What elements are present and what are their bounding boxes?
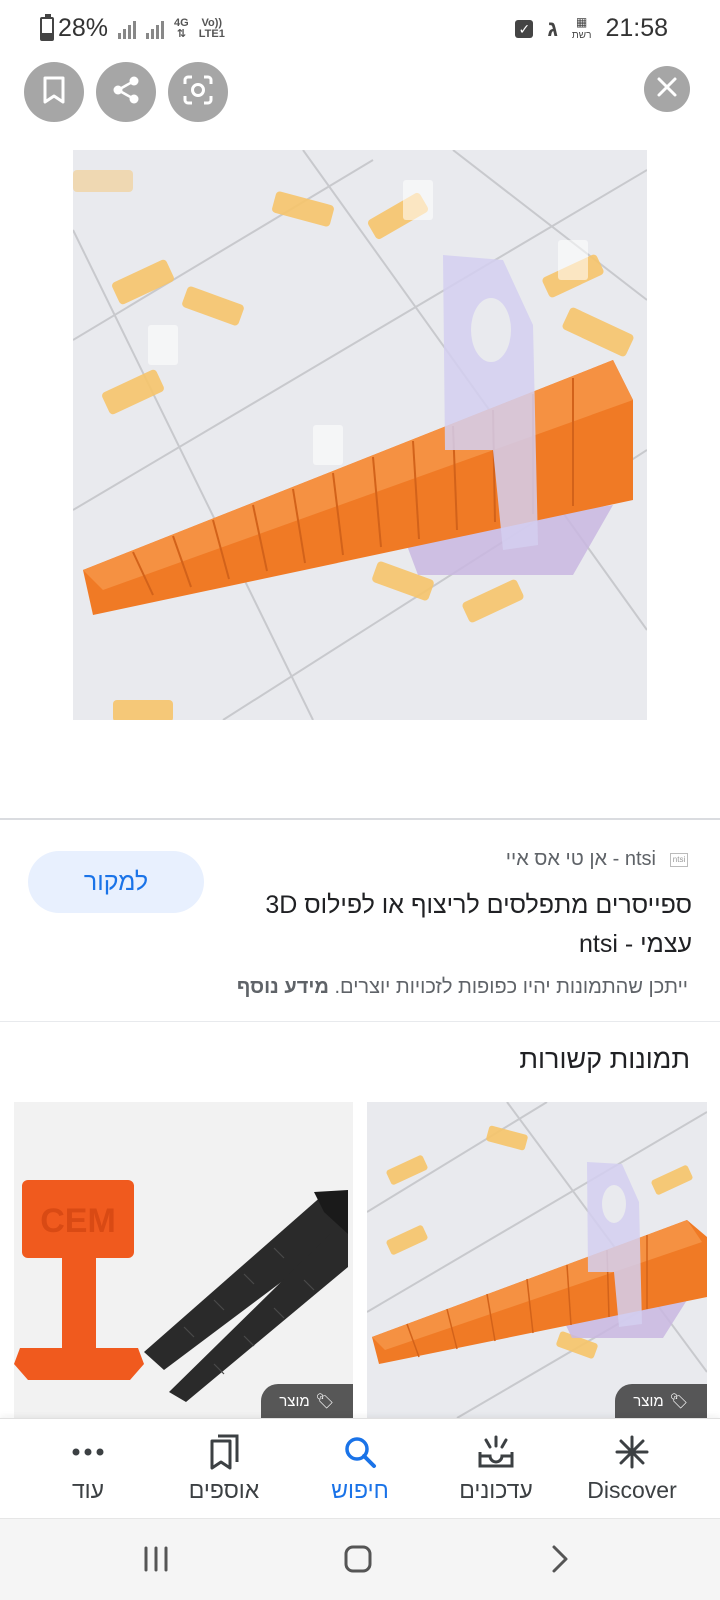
app-notification-icon: ג <box>547 15 558 41</box>
related-image-tile[interactable]: 🏷 מוצר <box>367 1102 707 1418</box>
nav-discover-label: Discover <box>587 1477 677 1503</box>
badge-label: מוצר <box>279 1392 310 1410</box>
asterisk-icon <box>614 1431 650 1473</box>
close-button[interactable] <box>644 66 690 112</box>
system-navigation-bar <box>0 1518 720 1600</box>
related-images-heading: תמונות קשורות <box>519 1044 690 1074</box>
volte-bottom: LTE1 <box>198 27 225 40</box>
status-left: 28% 4G ⇅ Vo)) LTE1 <box>40 13 225 43</box>
updates-icon <box>476 1431 516 1473</box>
visit-source-button[interactable]: למקור <box>28 851 204 913</box>
carrier-icon-text: רשת <box>571 29 592 41</box>
status-right: ✓ ג ▦ רשת 21:58 <box>515 14 668 43</box>
home-icon <box>343 1544 373 1579</box>
clip-logo: CEM <box>40 1202 116 1240</box>
nav-search-label: חיפוש <box>331 1477 389 1503</box>
learn-more-link[interactable]: מידע נוסף <box>237 976 329 998</box>
main-product-image[interactable] <box>73 150 647 720</box>
clock: 21:58 <box>605 14 668 42</box>
share-button[interactable] <box>96 62 156 122</box>
signal-icon-2 <box>146 19 165 39</box>
nav-discover[interactable]: Discover <box>560 1431 704 1511</box>
nav-collections-label: אוספים <box>188 1477 260 1503</box>
nav-search[interactable]: חיפוש <box>288 1431 432 1511</box>
bottom-navigation: Discover עדכונים חיפוש אוספים עוד <box>0 1418 720 1518</box>
badge-label: מוצר <box>633 1392 664 1410</box>
related-leveling-photo: CEM <box>14 1102 353 1418</box>
battery-icon <box>40 13 54 41</box>
carrier-icon: ▦ רשת <box>571 14 592 41</box>
bookmark-icon <box>41 75 67 110</box>
product-badge: 🏷 מוצר <box>261 1384 353 1418</box>
copyright-notice: ייתכן שהתמונות יהיו כפופות לזכויות יוצרי… <box>237 976 688 999</box>
nav-more[interactable]: עוד <box>16 1431 160 1511</box>
copyright-text: ייתכן שהתמונות יהיו כפופות לזכויות יוצרי… <box>334 976 688 998</box>
check-notification-icon: ✓ <box>515 19 534 38</box>
volte-indicator: Vo)) LTE1 <box>198 17 225 40</box>
battery-level: 28% <box>58 14 109 42</box>
result-title[interactable]: ספייסרים מתפלסים לריצוף או לפילוס 3D עצמ… <box>232 886 692 964</box>
lens-icon <box>182 74 214 111</box>
source-row[interactable]: ntsi ntsi - אן טי אס איי <box>506 848 688 871</box>
tile-spacer-photo <box>73 150 647 720</box>
recent-apps-icon <box>141 1545 171 1578</box>
related-spacer-photo <box>367 1102 707 1418</box>
status-bar: 28% 4G ⇅ Vo)) LTE1 ✓ ג ▦ רשת 21:58 <box>0 0 720 58</box>
nav-more-label: עוד <box>71 1477 105 1503</box>
tag-icon: 🏷 <box>315 1393 335 1410</box>
source-name: ntsi - אן טי אס איי <box>505 848 656 870</box>
network-type-label: 4G <box>174 16 189 29</box>
bookmark-button[interactable] <box>24 62 84 122</box>
product-badge: 🏷 מוצר <box>615 1384 707 1418</box>
signal-icon <box>118 19 137 39</box>
recent-apps-button[interactable] <box>126 1541 186 1581</box>
back-button[interactable] <box>530 1541 590 1581</box>
lens-button[interactable] <box>168 62 228 122</box>
nav-collections[interactable]: אוספים <box>152 1431 296 1511</box>
home-button[interactable] <box>328 1541 388 1581</box>
section-divider <box>0 818 720 820</box>
search-icon <box>342 1431 378 1473</box>
battery-indicator: 28% <box>40 13 109 43</box>
related-image-tile[interactable]: CEM 🏷 מוצר <box>14 1102 353 1418</box>
back-chevron-icon <box>550 1544 570 1579</box>
collections-icon <box>206 1431 242 1473</box>
network-type: 4G ⇅ <box>174 16 189 40</box>
nav-updates-label: עדכונים <box>459 1477 533 1503</box>
more-icon <box>70 1431 106 1473</box>
source-favicon: ntsi <box>670 852 688 867</box>
tag-icon: 🏷 <box>669 1393 689 1410</box>
section-divider-2 <box>0 1021 720 1022</box>
close-icon <box>656 76 678 103</box>
nav-updates[interactable]: עדכונים <box>424 1431 568 1511</box>
share-icon <box>110 74 142 111</box>
